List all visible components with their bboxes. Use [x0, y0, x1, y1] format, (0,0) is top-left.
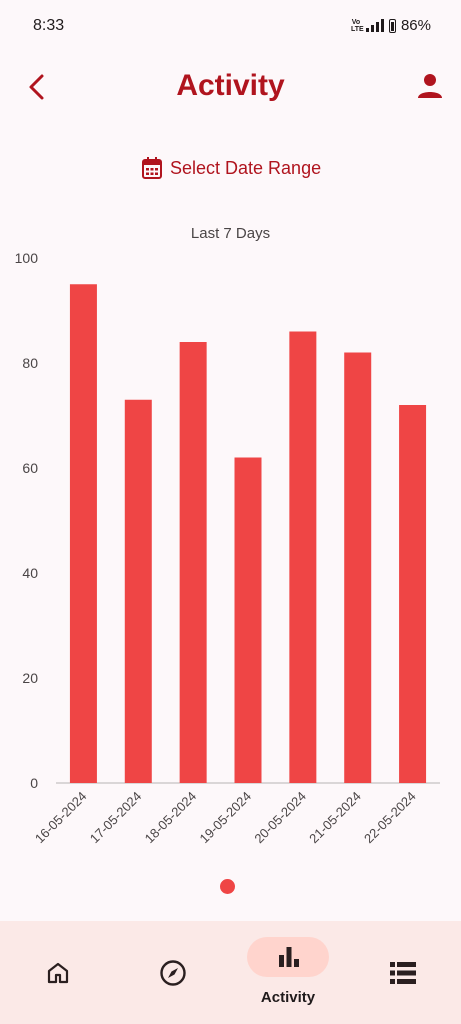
chart-title: Last 7 Days — [191, 225, 270, 242]
activity-bar-chart: Last 7 Days 0 20 40 60 80 100 16-05-202417-05-2… — [15, 225, 440, 847]
nav-explore[interactable] — [140, 921, 206, 1024]
date-range-label: Select Date Range — [170, 157, 322, 178]
page-indicator-dot — [220, 879, 235, 894]
nav-list[interactable] — [370, 921, 436, 1024]
list-icon — [390, 962, 416, 984]
y-tick-label: 20 — [22, 670, 38, 686]
x-tick-label: 20-05-2024 — [251, 789, 309, 847]
y-tick-label: 0 — [30, 775, 38, 791]
bottom-navigation: Activity — [0, 921, 461, 1024]
x-tick-label: 18-05-2024 — [142, 789, 200, 847]
y-tick-label: 100 — [15, 250, 39, 266]
bar — [234, 457, 262, 783]
home-icon — [47, 962, 69, 984]
bar — [69, 284, 97, 783]
volte-icon: Vo LTE — [350, 18, 364, 33]
status-bar: 8:33 Vo LTE 86% — [0, 0, 461, 48]
battery-percent: 86% — [400, 17, 431, 34]
select-date-range-button[interactable]: Select Date Range — [142, 157, 321, 179]
bar — [124, 399, 152, 783]
bar — [399, 405, 427, 783]
signal-icon — [365, 19, 384, 32]
bar — [289, 331, 317, 783]
y-tick-label: 80 — [22, 355, 38, 371]
profile-button[interactable] — [416, 72, 444, 100]
compass-icon — [160, 960, 186, 986]
y-tick-label: 40 — [22, 565, 38, 581]
y-tick-label: 60 — [22, 460, 38, 476]
x-tick-label: 22-05-2024 — [361, 789, 419, 847]
page-title: Activity — [176, 69, 285, 102]
status-icons: Vo LTE 86% — [351, 17, 431, 34]
nav-activity[interactable]: Activity — [238, 921, 338, 1024]
nav-home[interactable] — [25, 921, 91, 1024]
nav-activity-label: Activity — [260, 989, 316, 1006]
x-tick-label: 16-05-2024 — [32, 789, 90, 847]
x-tick-label: 21-05-2024 — [306, 789, 364, 847]
person-icon — [418, 74, 442, 98]
bar — [344, 352, 372, 783]
x-tick-label: 19-05-2024 — [196, 789, 254, 847]
bar-chart-icon — [279, 947, 299, 967]
x-tick-label: 17-05-2024 — [87, 789, 145, 847]
calendar-icon — [142, 157, 162, 179]
status-time: 8:33 — [33, 17, 65, 34]
battery-icon — [388, 18, 396, 33]
bar — [179, 342, 207, 783]
app-bar: Activity — [0, 60, 461, 116]
